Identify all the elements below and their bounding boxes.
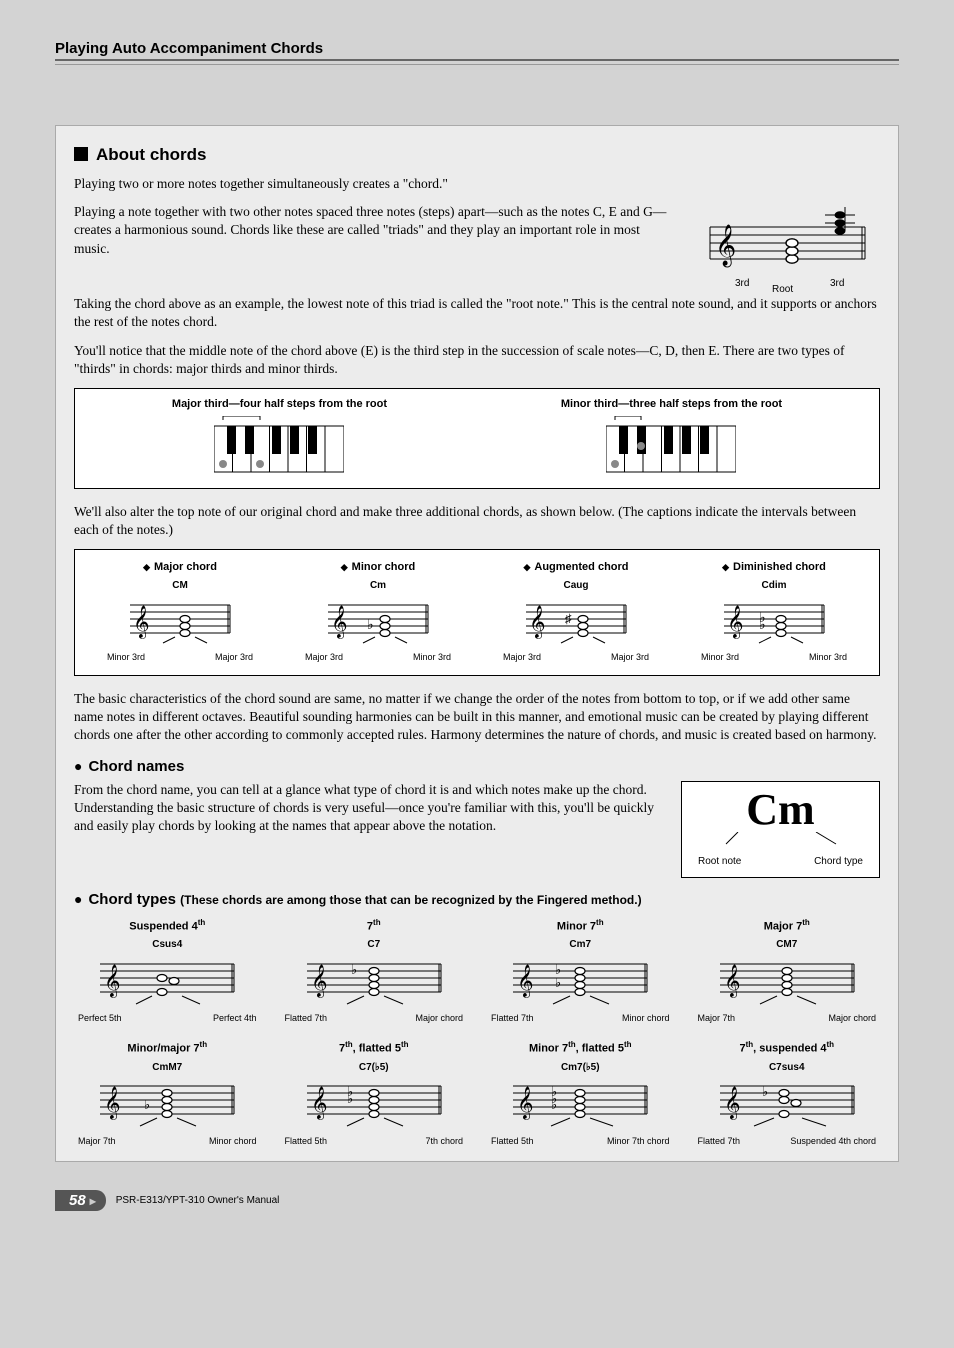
cm-root-label: Root note [698,855,741,869]
svg-text:𝄞: 𝄞 [517,965,534,998]
chevron-right-icon: ▸ [90,1194,96,1208]
svg-text:𝄞: 𝄞 [727,606,744,639]
square-bullet-icon [74,147,88,161]
chord-type-maj7: Major 7th CM7 𝄞 Major 7thMajor chord [694,918,881,1025]
chord-names-heading: ●Chord names [74,757,880,777]
svg-text:♭: ♭ [555,975,561,990]
chord-types-heading: ●Chord types (These chords are among tho… [74,890,880,910]
label-3rd-left: 3rd [735,277,749,291]
staff-icon: 𝄞♭ [323,595,433,645]
staff-icon: 𝄞♭ [712,1074,862,1128]
svg-text:♯: ♯ [565,611,572,626]
svg-text:𝄞: 𝄞 [724,965,741,998]
minor-chord-cell: ◆Minor chord Cm 𝄞♭ Major 3rdMinor 3rd [293,560,463,663]
chord-type-7b5: 7th, flatted 5th C7(♭5) 𝄞♭♭ Flatted 5th7… [281,1040,468,1147]
chord-names-p: From the chord name, you can tell at a g… [74,781,661,868]
staff-icon: 𝄞 [712,952,862,1006]
about-heading-text: About chords [96,145,207,164]
staff-icon: 𝄞 [125,595,235,645]
svg-text:♭: ♭ [762,1084,768,1099]
svg-text:♭: ♭ [351,962,357,977]
about-row: Playing a note together with two other n… [74,203,880,295]
minor-third-col: Minor third—three half steps from the ro… [561,397,782,476]
svg-text:𝄞: 𝄞 [133,606,150,639]
chord-names-row: From the chord name, you can tell at a g… [74,781,880,878]
staff-icon: 𝄞 [92,952,242,1006]
chord-quality-row: ◆Major chord CM 𝄞 Minor 3rdMajor 3rd ◆Mi… [74,549,880,676]
about-heading: About chords [74,144,880,167]
diamond-icon: ◆ [143,562,150,572]
keyboard-icon [214,416,344,476]
staff-icon: 𝄞♯ [521,595,631,645]
staff-icon: 𝄞♭♭ [505,952,655,1006]
staff-icon: 𝄞 [700,207,870,277]
svg-text:𝄞: 𝄞 [331,606,348,639]
keyboard-icon [606,416,736,476]
cm-pointer-icon [696,832,866,846]
aug-chord-cell: ◆Augmented chord Caug 𝄞♯ Major 3rdMajor … [491,560,661,663]
chord-type-7: 7th C7 𝄞♭ Flatted 7thMajor chord [281,918,468,1025]
page-number: 58▸ [55,1190,106,1211]
bullet-icon: ● [74,891,82,907]
diamond-icon: ◆ [341,562,348,572]
svg-text:𝄞: 𝄞 [715,224,736,267]
dim-chord-cell: ◆Diminished chord Cdim 𝄞♭♭ Minor 3rdMino… [689,560,859,663]
about-chords-box: About chords Playing two or more notes t… [55,125,899,1162]
root-labels: 3rd Root 3rd [690,277,880,295]
chord-type-mmaj7: Minor/major 7th CmM7 𝄞♭ Major 7thMinor c… [74,1040,261,1147]
diamond-icon: ◆ [523,562,530,572]
svg-text:♭: ♭ [347,1091,353,1106]
about-p1: Playing two or more notes together simul… [74,175,880,193]
about-p6: The basic characteristics of the chord s… [74,690,880,745]
staff-icon: 𝄞♭♭♭ [505,1074,655,1128]
staff-icon: 𝄞♭ [299,952,449,1006]
staff-icon: 𝄞♭♭ [299,1074,449,1128]
diamond-icon: ◆ [722,562,729,572]
svg-text:♭: ♭ [144,1097,150,1112]
svg-text:♭: ♭ [759,609,766,625]
svg-text:𝄞: 𝄞 [529,606,546,639]
thirds-box: Major third—four half steps from the roo… [74,388,880,489]
svg-text:♭: ♭ [367,616,374,632]
svg-text:𝄞: 𝄞 [104,1087,121,1120]
chord-type-sus4: Suspended 4th Csus4 𝄞 Perfect 5thPerfect… [74,918,261,1025]
svg-text:𝄞: 𝄞 [724,1087,741,1120]
svg-text:𝄞: 𝄞 [517,1087,534,1120]
chord-type-7sus4: 7th, suspended 4th C7sus4 𝄞♭ Flatted 7th… [694,1040,881,1147]
header-rule-thin [55,64,899,65]
svg-text:𝄞: 𝄞 [311,1087,328,1120]
about-p3: Taking the chord above as an example, th… [74,295,880,331]
cm-example-box: Cm Root note Chord type [681,781,880,878]
svg-text:♭: ♭ [551,1097,557,1112]
chord-type-m7b5: Minor 7th, flatted 5th Cm7(♭5) 𝄞♭♭♭ Flat… [487,1040,674,1147]
chord-types-grid: Suspended 4th Csus4 𝄞 Perfect 5thPerfect… [74,918,880,1147]
cm-type-label: Chord type [814,855,863,869]
cm-big-label: Cm [688,788,873,832]
svg-text:𝄞: 𝄞 [311,965,328,998]
triad-staff-figure: 𝄞 3rd Root 3 [690,203,880,295]
minor-third-label: Minor third—three half steps from the ro… [561,398,782,410]
page: Playing Auto Accompaniment Chords About … [0,0,954,1241]
footer-manual: PSR-E313/YPT-310 Owner's Manual [116,1195,280,1206]
major-chord-cell: ◆Major chord CM 𝄞 Minor 3rdMajor 3rd [95,560,265,663]
chord-type-m7: Minor 7th Cm7 𝄞♭♭ Flatted 7thMinor chord [487,918,674,1025]
about-p2: Playing a note together with two other n… [74,203,675,285]
major-third-col: Major third—four half steps from the roo… [172,397,387,476]
label-root: Root [772,283,793,297]
bullet-icon: ● [74,758,82,774]
page-footer: 58▸ PSR-E313/YPT-310 Owner's Manual [55,1190,899,1211]
label-3rd-right: 3rd [830,277,844,291]
major-third-label: Major third—four half steps from the roo… [172,398,387,410]
about-p5: We'll also alter the top note of our ori… [74,503,880,539]
about-p4: You'll notice that the middle note of th… [74,342,880,378]
section-header: Playing Auto Accompaniment Chords [55,40,899,61]
svg-text:𝄞: 𝄞 [104,965,121,998]
staff-icon: 𝄞♭♭ [719,595,829,645]
staff-icon: 𝄞♭ [92,1074,242,1128]
